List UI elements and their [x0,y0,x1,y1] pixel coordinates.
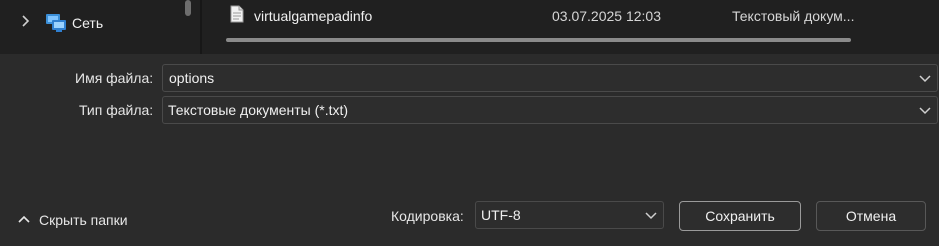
filename-label: Имя файла: [75,70,154,86]
file-browser-pane: Сеть virtualgamepadinfo 03.07.2025 12:03… [0,0,939,54]
nav-item-label: Сеть [72,15,104,31]
chevron-down-icon[interactable] [919,105,931,115]
network-icon [46,14,66,32]
filetype-select[interactable]: Текстовые документы (*.txt) [162,96,938,124]
encoding-value: UTF-8 [481,207,521,223]
save-button[interactable]: Сохранить [679,201,801,231]
cancel-button[interactable]: Отмена [816,201,926,231]
chevron-down-icon[interactable] [919,73,931,83]
filetype-label: Тип файла: [79,102,154,118]
pane-divider[interactable] [200,0,202,54]
hide-folders-label: Скрыть папки [39,212,128,228]
hide-folders-button[interactable]: Скрыть папки [16,209,156,231]
filetype-value: Текстовые документы (*.txt) [168,102,349,118]
chevron-down-icon[interactable] [645,210,657,220]
navigation-pane: Сеть [0,0,195,54]
file-name: virtualgamepadinfo [254,8,373,24]
file-date-modified: 03.07.2025 12:03 [552,8,661,24]
filename-input[interactable]: options [162,64,938,92]
horizontal-scrollbar[interactable] [226,38,851,42]
chevron-up-icon [18,215,30,223]
file-type: Текстовый докум... [732,8,855,24]
nav-item-network[interactable]: Сеть [0,8,180,38]
encoding-label: Кодировка: [391,208,464,224]
text-document-icon [230,5,244,23]
chevron-right-icon[interactable] [19,14,33,28]
filename-value: options [169,70,215,86]
nav-scrollbar[interactable] [185,0,191,16]
encoding-select[interactable]: UTF-8 [475,201,664,229]
file-list-row[interactable]: virtualgamepadinfo 03.07.2025 12:03 Текс… [212,0,938,34]
